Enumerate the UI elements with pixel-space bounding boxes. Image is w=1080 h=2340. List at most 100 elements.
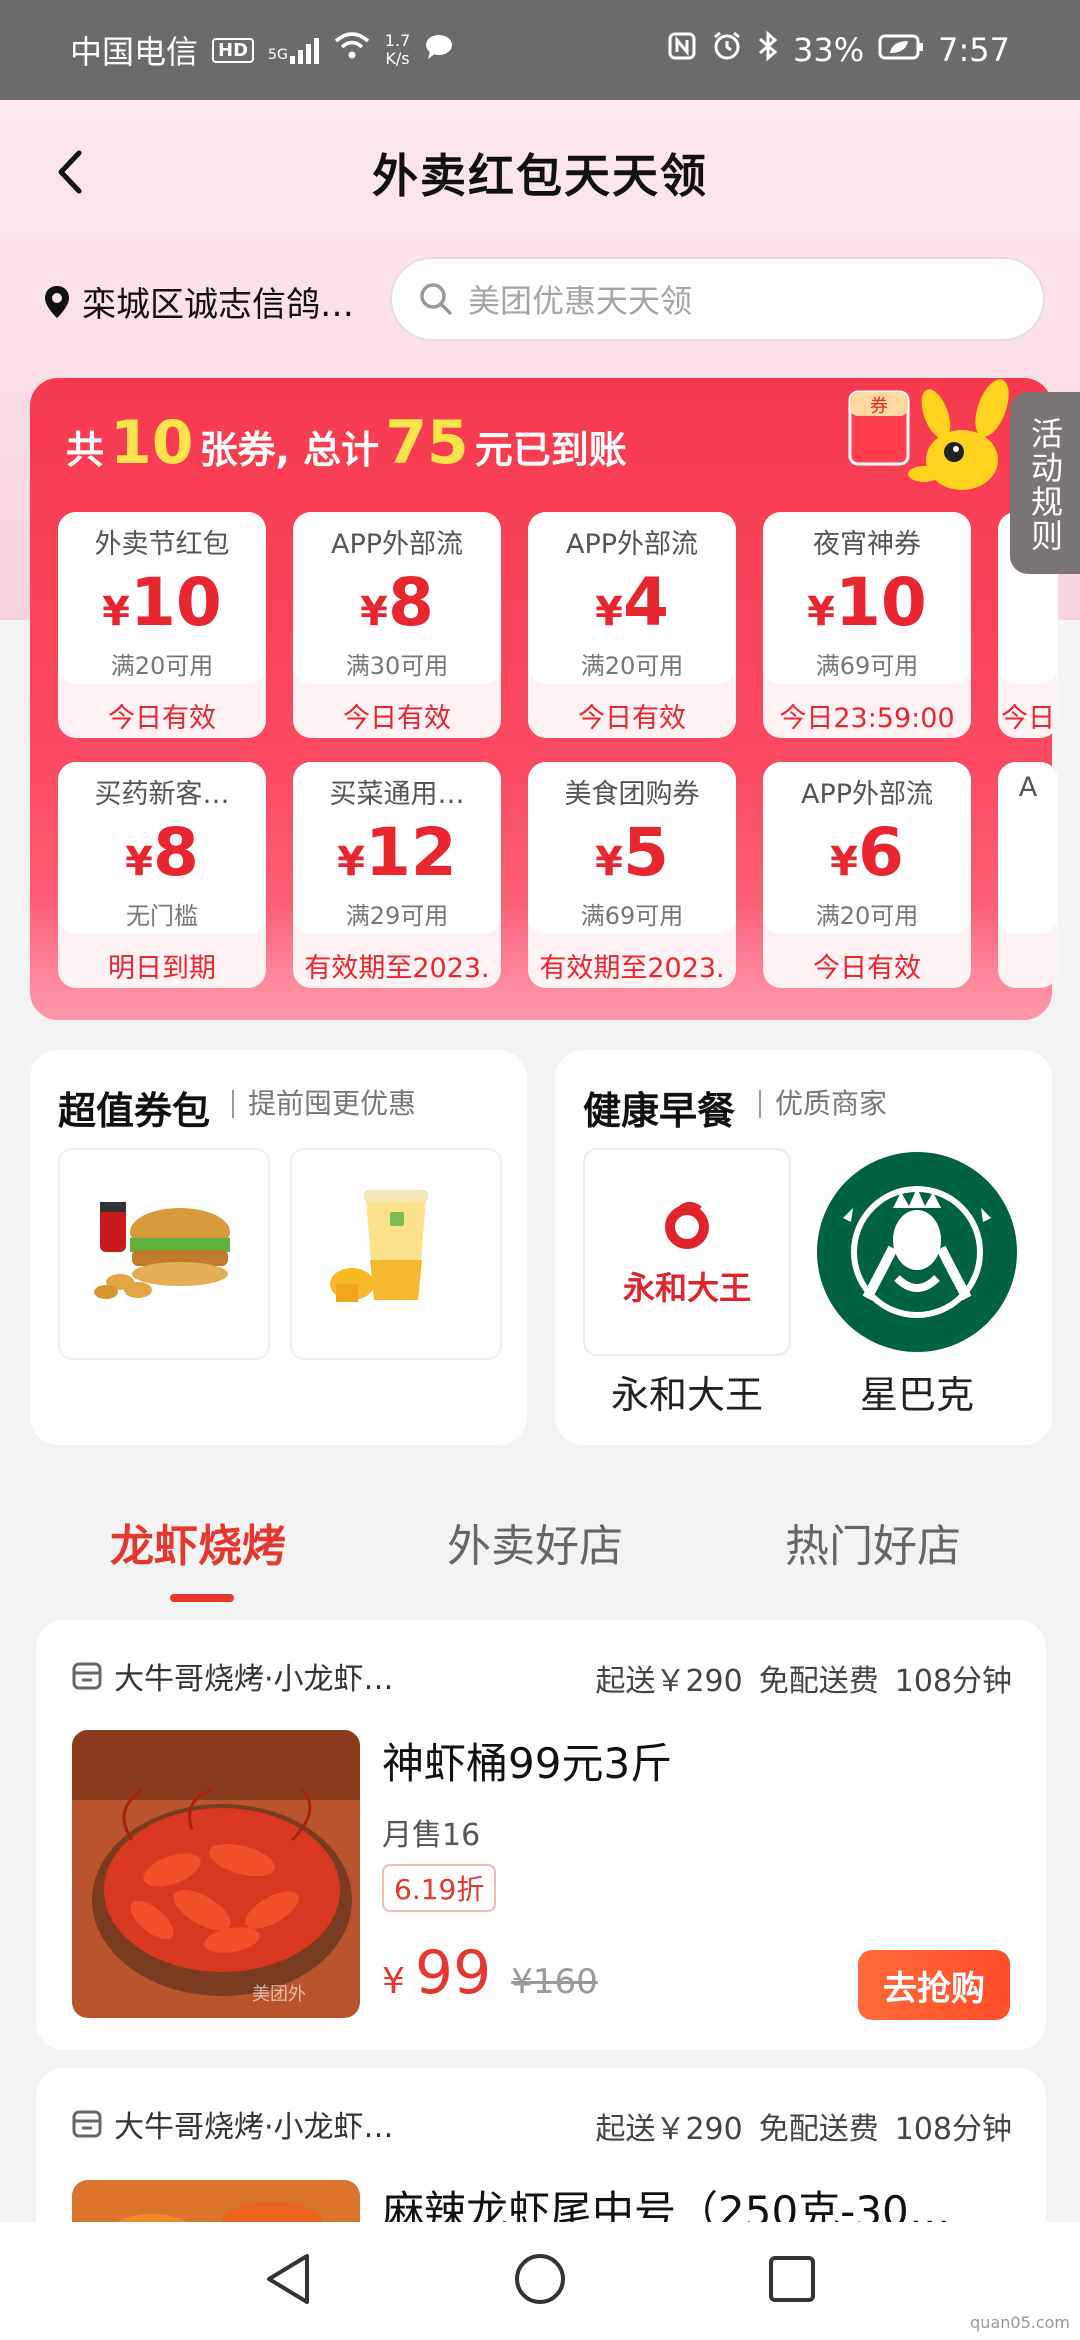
coupon-name: A — [1018, 772, 1038, 803]
coupon-card[interactable]: 美食团购券 ¥5 满69可用 有效期至2023. — [528, 762, 736, 988]
price: ¥ 99 ¥160 — [382, 1938, 598, 2008]
activity-rules-tab[interactable]: 活动规则 — [1010, 392, 1080, 574]
nav-recents-button[interactable] — [767, 2254, 817, 2308]
shop-meta: 起送￥290 免配送费 108分钟 — [595, 2104, 1012, 2148]
coupon-pack-subtitle: 提前囤更优惠 — [232, 1090, 416, 1118]
coupon-pack-card[interactable]: 超值券包 提前囤更优惠 — [30, 1050, 527, 1445]
mascot-icon: 券 — [832, 378, 1032, 512]
svg-text:券: 券 — [870, 396, 888, 417]
yonghe-logo-icon: 永和大王 — [623, 1195, 751, 1309]
coupon-value: 4 — [622, 564, 669, 641]
monthly-sales: 月售16 — [382, 1818, 481, 1853]
burger-meal-icon — [94, 1202, 230, 1299]
search-icon — [420, 283, 452, 315]
buy-button[interactable]: 去抢购 — [858, 1950, 1010, 2020]
coupon-card[interactable]: APP外部流 ¥4 满20可用 今日有效 — [528, 512, 736, 738]
nav-back-icon — [267, 2254, 309, 2304]
shop-name[interactable]: 大牛哥烧烤·小龙虾… — [114, 2102, 394, 2146]
coupon-condition: 满20可用 — [815, 902, 919, 930]
coupon-value: 10 — [129, 564, 222, 641]
coupon-amount: ¥10 — [58, 564, 266, 641]
search-input[interactable]: 美团优惠天天领 — [390, 257, 1045, 341]
delivery-time: 108分钟 — [894, 1664, 1012, 1699]
tab-hot-shops[interactable]: 热门好店 — [785, 1510, 961, 1574]
coupon-name: APP外部流 — [330, 529, 464, 560]
brand-yonghe-name[interactable]: 永和大王 — [583, 1364, 791, 1419]
status-bar: 中国电信 HD 5G 1.7 K/s 33% 7:57 — [0, 0, 1080, 100]
message-icon — [424, 31, 454, 69]
coupon-amount: ¥12 — [293, 814, 501, 891]
coupon-amount: ¥4 — [528, 564, 736, 641]
drink-thumb[interactable] — [290, 1148, 502, 1360]
summary-suffix: 元已到账 — [474, 428, 627, 472]
coupon-condition: 满29可用 — [345, 902, 449, 930]
coupon-validity: 有效期至2023. — [304, 953, 490, 984]
wifi-icon — [333, 31, 371, 69]
network-type: 5G — [268, 47, 288, 63]
coupon-card[interactable]: 买菜通用… ¥12 满29可用 有效期至2023. — [293, 762, 501, 988]
brand-yonghe[interactable]: 永和大王 — [583, 1148, 791, 1356]
shop-card[interactable]: 大牛哥烧烤·小龙虾… 起送￥290 免配送费 108分钟 美团外 神虾桶99元3… — [36, 1620, 1046, 2050]
coupon-card[interactable]: 夜宵神券 ¥10 满69可用 今日23:59:00 — [763, 512, 971, 738]
coupon-card[interactable]: A — [998, 762, 1058, 988]
header: 外卖红包天天领 — [0, 100, 1080, 245]
system-nav-bar — [0, 2222, 1080, 2340]
coupon-card[interactable]: 外卖节红包 ¥10 满20可用 今日有效 — [58, 512, 266, 738]
shop-header: 大牛哥烧烤·小龙虾… 起送￥290 免配送费 108分钟 — [72, 1654, 1012, 1699]
price-symbol: ¥ — [382, 1961, 405, 2002]
tab-takeout-shops[interactable]: 外卖好店 — [447, 1510, 623, 1574]
crayfish-photo-icon: 美团外 — [72, 1730, 360, 2018]
min-order: 起送￥290 — [595, 2112, 743, 2147]
nav-home-button[interactable] — [513, 2252, 567, 2310]
coupon-value: 12 — [364, 814, 457, 891]
shop-name[interactable]: 大牛哥烧烤·小龙虾… — [114, 1654, 394, 1698]
hd-badge: HD — [212, 37, 255, 63]
coupon-currency: ¥ — [360, 589, 388, 635]
dish-title[interactable]: 神虾桶99元3斤 — [382, 1730, 672, 1791]
coupon-condition: 满69可用 — [815, 652, 919, 680]
breakfast-card[interactable]: 健康早餐 优质商家 永和大王 永和大王 星巴克 — [555, 1050, 1052, 1445]
dish-image[interactable]: 美团外 — [72, 1730, 360, 2018]
brand-starbucks[interactable] — [813, 1148, 1021, 1356]
coupon-value: 8 — [387, 564, 434, 641]
breakfast-subtitle: 优质商家 — [759, 1090, 887, 1118]
summary-prefix: 共 — [66, 428, 105, 472]
coupon-card[interactable]: APP外部流 ¥6 满20可用今日有效 — [763, 762, 971, 988]
location-search-row: 栾城区诚志信鸽… 美团优惠天天领 — [0, 255, 1080, 345]
coupon-name: APP外部流 — [800, 779, 934, 810]
coupon-name: 夜宵神券 — [813, 529, 921, 560]
back-button[interactable] — [40, 142, 100, 202]
coupon-value: 5 — [622, 814, 669, 891]
coupon-card[interactable]: APP外部流 ¥8 满30可用 今日有效 — [293, 512, 501, 738]
battery-icon — [878, 31, 924, 69]
coupon-amount: ¥10 — [763, 564, 971, 641]
coupon-amount: ¥6 — [763, 814, 971, 891]
coupon-amount: ¥8 — [58, 814, 266, 891]
burger-meal-thumb[interactable] — [58, 1148, 270, 1360]
image-watermark: 美团外 — [252, 1984, 306, 2005]
net-speed-unit: K/s — [385, 49, 410, 68]
signal-icon: 5G — [268, 36, 319, 64]
min-order: 起送￥290 — [595, 1664, 743, 1699]
coupon-currency: ¥ — [595, 839, 623, 885]
coupon-condition: 满69可用 — [580, 902, 684, 930]
summary-mid: 张券, 总计 — [199, 428, 380, 472]
location-selector[interactable]: 栾城区诚志信鸽… — [44, 277, 354, 326]
coupon-currency: ¥ — [102, 589, 130, 635]
nav-back-button[interactable] — [263, 2252, 313, 2310]
coupon-amount: ¥8 — [293, 564, 501, 641]
coupon-count: 10 — [110, 408, 194, 478]
coupon-value: 10 — [834, 564, 927, 641]
original-price: ¥160 — [511, 1962, 598, 2002]
location-pin-icon — [45, 285, 69, 318]
bluetooth-icon — [757, 30, 779, 70]
delivery-time: 108分钟 — [894, 2112, 1012, 2147]
back-arrow-icon — [58, 150, 82, 194]
net-speed: 1.7 K/s — [385, 32, 410, 68]
coupon-validity: 今日有效 — [813, 953, 921, 984]
alarm-icon — [711, 30, 743, 70]
tab-lobster-bbq[interactable]: 龙虾烧烤 — [110, 1510, 286, 1574]
coupon-currency: ¥ — [595, 589, 623, 635]
brand-starbucks-name[interactable]: 星巴克 — [813, 1364, 1021, 1419]
coupon-card[interactable]: 买药新客… ¥8 无门槛 明日到期 — [58, 762, 266, 988]
